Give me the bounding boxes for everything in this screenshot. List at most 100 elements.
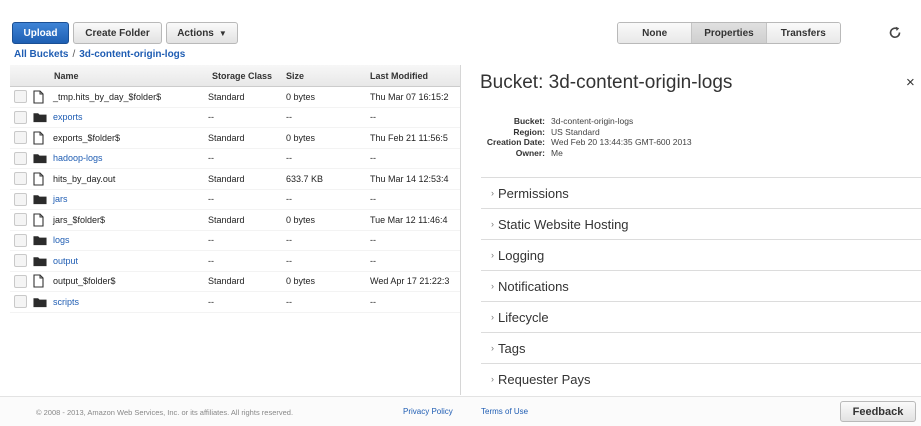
table-row[interactable]: output -- -- -- bbox=[10, 251, 460, 272]
section-tags[interactable]: › Tags bbox=[481, 332, 921, 363]
folder-link[interactable]: exports bbox=[53, 112, 83, 122]
section-lifecycle[interactable]: › Lifecycle bbox=[481, 301, 921, 332]
column-header-name[interactable]: Name bbox=[10, 71, 208, 81]
row-checkbox[interactable] bbox=[14, 274, 27, 288]
row-checkbox[interactable] bbox=[14, 131, 27, 145]
size-cell: -- bbox=[286, 194, 292, 205]
row-checkbox[interactable] bbox=[14, 90, 27, 104]
table-row[interactable]: exports -- -- -- bbox=[10, 108, 460, 128]
file-name: jars_$folder$ bbox=[53, 214, 106, 225]
column-header-last-modified[interactable]: Last Modified bbox=[370, 71, 460, 81]
name-cell: exports bbox=[10, 110, 208, 124]
row-checkbox[interactable] bbox=[14, 295, 27, 309]
folder-icon bbox=[33, 233, 47, 247]
feedback-button[interactable]: Feedback bbox=[840, 401, 916, 422]
storage-class-cell: -- bbox=[208, 194, 214, 205]
row-checkbox[interactable] bbox=[14, 233, 27, 247]
info-value: US Standard bbox=[551, 126, 600, 137]
file-icon bbox=[33, 213, 47, 227]
file-icon bbox=[33, 131, 47, 145]
section-permissions[interactable]: › Permissions bbox=[481, 177, 921, 208]
column-header-size[interactable]: Size bbox=[286, 71, 370, 81]
row-checkbox[interactable] bbox=[14, 151, 27, 165]
last-modified-cell: Tue Mar 12 11:46:4 bbox=[370, 214, 448, 225]
table-row[interactable]: _tmp.hits_by_day_$folder$ Standard 0 bytes… bbox=[10, 87, 460, 108]
table-row[interactable]: jars_$folder$ Standard 0 bytes Tue Mar 12 1… bbox=[10, 210, 460, 231]
last-modified-cell: -- bbox=[370, 296, 376, 307]
storage-class-cell: Standard bbox=[208, 214, 245, 225]
last-modified-cell: -- bbox=[370, 255, 376, 266]
chevron-right-icon: › bbox=[491, 374, 494, 384]
view-transfers-button[interactable]: Transfers bbox=[766, 23, 840, 43]
table-row[interactable]: jars -- -- -- bbox=[10, 190, 460, 210]
row-checkbox[interactable] bbox=[14, 110, 27, 124]
upload-button[interactable]: Upload bbox=[12, 22, 69, 44]
column-header-storage-class[interactable]: Storage Class bbox=[208, 71, 286, 81]
name-cell: hadoop-logs bbox=[10, 151, 208, 165]
bucket-info: Bucket: 3d-content-origin-logs Region: US … bbox=[474, 116, 692, 158]
section-label: Lifecycle bbox=[498, 309, 549, 325]
panel-title: Bucket: 3d-content-origin-logs bbox=[480, 72, 733, 93]
storage-class-cell: -- bbox=[208, 255, 214, 266]
terms-of-use-link[interactable]: Terms of Use bbox=[481, 407, 528, 416]
folder-link[interactable]: output bbox=[53, 256, 78, 266]
table-row[interactable]: logs -- -- -- bbox=[10, 231, 460, 251]
view-toggle: None Properties Transfers bbox=[617, 22, 841, 44]
name-cell: _tmp.hits_by_day_$folder$ bbox=[10, 90, 208, 104]
folder-link[interactable]: scripts bbox=[53, 297, 79, 307]
size-cell: -- bbox=[286, 255, 292, 266]
row-checkbox[interactable] bbox=[14, 172, 27, 186]
folder-link[interactable]: hadoop-logs bbox=[53, 153, 103, 163]
panel-divider[interactable] bbox=[460, 65, 461, 395]
chevron-right-icon: › bbox=[491, 343, 494, 353]
storage-class-cell: -- bbox=[208, 296, 214, 307]
close-icon[interactable]: × bbox=[906, 74, 915, 91]
actions-button[interactable]: Actions ▼ bbox=[166, 22, 238, 44]
chevron-right-icon: › bbox=[491, 250, 494, 260]
refresh-icon[interactable] bbox=[884, 22, 906, 44]
table-row[interactable]: hits_by_day.out Standard 633.7 KB Thu Mar 1… bbox=[10, 169, 460, 190]
footer: © 2008 - 2013, Amazon Web Services, Inc.… bbox=[0, 396, 921, 426]
privacy-policy-link[interactable]: Privacy Policy bbox=[403, 407, 453, 416]
table-row[interactable]: hadoop-logs -- -- -- bbox=[10, 149, 460, 169]
table-row[interactable]: exports_$folder$ Standard 0 bytes Thu Feb 2… bbox=[10, 128, 460, 149]
view-none-button[interactable]: None bbox=[618, 23, 693, 43]
name-cell: jars_$folder$ bbox=[10, 213, 208, 227]
file-name: _tmp.hits_by_day_$folder$ bbox=[53, 91, 162, 102]
row-checkbox[interactable] bbox=[14, 192, 27, 206]
section-requester-pays[interactable]: › Requester Pays bbox=[481, 363, 921, 394]
name-cell: logs bbox=[10, 233, 208, 247]
info-row-bucket: Bucket: 3d-content-origin-logs bbox=[474, 116, 692, 127]
table-row[interactable]: scripts -- -- -- bbox=[10, 292, 460, 313]
folder-link[interactable]: logs bbox=[53, 235, 70, 245]
size-cell: -- bbox=[286, 235, 292, 246]
copyright-text: © 2008 - 2013, Amazon Web Services, Inc.… bbox=[36, 408, 294, 417]
view-properties-button[interactable]: Properties bbox=[692, 23, 767, 43]
file-name: output_$folder$ bbox=[53, 276, 116, 287]
storage-class-cell: Standard bbox=[208, 132, 245, 143]
last-modified-cell: Thu Feb 21 11:56:5 bbox=[370, 132, 448, 143]
section-label: Static Website Hosting bbox=[498, 216, 629, 232]
folder-icon bbox=[33, 192, 47, 206]
breadcrumb-current-bucket[interactable]: 3d-content-origin-logs bbox=[79, 49, 185, 60]
breadcrumb: All Buckets /3d-content-origin-logs bbox=[14, 49, 185, 60]
row-checkbox[interactable] bbox=[14, 254, 27, 268]
file-icon bbox=[33, 274, 47, 288]
section-label: Notifications bbox=[498, 278, 569, 294]
storage-class-cell: Standard bbox=[208, 173, 245, 184]
section-notifications[interactable]: › Notifications bbox=[481, 270, 921, 301]
chevron-right-icon: › bbox=[491, 188, 494, 198]
folder-link[interactable]: jars bbox=[53, 194, 68, 204]
last-modified-cell: -- bbox=[370, 235, 376, 246]
breadcrumb-all-buckets[interactable]: All Buckets bbox=[14, 49, 68, 60]
folder-icon bbox=[33, 110, 47, 124]
info-row-creation-date: Creation Date: Wed Feb 20 13:44:35 GMT-60… bbox=[474, 137, 692, 148]
table-row[interactable]: output_$folder$ Standard 0 bytes Wed Apr 17… bbox=[10, 272, 460, 292]
storage-class-cell: Standard bbox=[208, 91, 245, 102]
create-folder-button[interactable]: Create Folder bbox=[73, 22, 162, 44]
section-logging[interactable]: › Logging bbox=[481, 239, 921, 270]
section-static-website-hosting[interactable]: › Static Website Hosting bbox=[481, 208, 921, 239]
info-value: 3d-content-origin-logs bbox=[551, 116, 634, 126]
file-icon bbox=[33, 90, 47, 104]
row-checkbox[interactable] bbox=[14, 213, 27, 227]
